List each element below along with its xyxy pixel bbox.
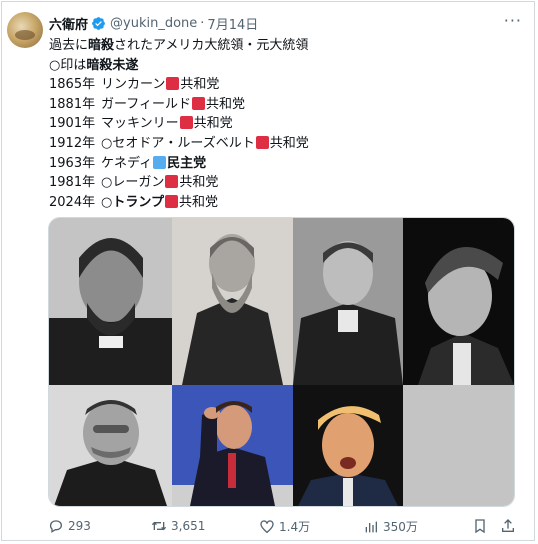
retweet-icon (151, 521, 167, 531)
portrait-photo-5[interactable] (49, 385, 172, 506)
reply-count: 293 (68, 519, 91, 533)
tweet-text: 過去に暗殺されたアメリカ大統領・元大統領 ○印は暗殺未遂 1865年 リンカーン共… (49, 36, 519, 212)
heart-icon (260, 519, 274, 533)
red-square-icon (164, 194, 178, 208)
retweet-count: 3,651 (171, 519, 206, 533)
bookmark-button[interactable] (472, 518, 492, 534)
tweet-header: 六衛府 @yukin_done · 7月14日 (49, 13, 258, 33)
president-row: 1865年 リンカーン 共和党 (49, 77, 220, 93)
red-square-icon (255, 135, 269, 149)
red-square-icon (166, 77, 180, 91)
empty-photo-cell (403, 385, 514, 506)
tweet-line-2: ○印は暗殺未遂 (49, 57, 139, 73)
blue-square-icon (153, 155, 167, 169)
president-row: 1881年 ガーフィールド 共和党 (49, 96, 245, 112)
president-row: 1912年 ○セオドア・ルーズベルト 共和党 (49, 135, 309, 151)
views-button[interactable]: 350万 (363, 518, 418, 535)
like-count: 1.4万 (279, 520, 311, 534)
avatar[interactable] (7, 12, 43, 48)
red-square-icon (191, 96, 205, 110)
share-button[interactable] (500, 518, 520, 534)
portrait-photo-7[interactable] (293, 385, 403, 506)
share-icon (502, 519, 514, 532)
portrait-photo-4[interactable] (403, 218, 514, 385)
red-square-icon (165, 175, 179, 189)
reply-icon (49, 520, 62, 533)
separator-dot: · (200, 15, 205, 31)
bookmark-icon (475, 519, 485, 534)
president-row: 2024年 ○トランプ 共和党 (49, 194, 218, 210)
view-count: 350万 (383, 520, 418, 534)
reply-button[interactable]: 293 (48, 518, 91, 534)
tweet-actions: 293 3,651 1.4万 350万 (48, 518, 516, 536)
verified-badge-icon (91, 16, 106, 31)
portrait-photo-2[interactable] (172, 218, 293, 385)
president-row: 1981年 ○レーガン 共和党 (49, 175, 219, 191)
portrait-photo-6[interactable] (172, 385, 293, 506)
president-row: 1901年 マッキンリー 共和党 (49, 116, 233, 132)
president-row: 1963年 ケネディ 民主党 (49, 155, 207, 171)
tweet-card[interactable]: 六衛府 @yukin_done · 7月14日 ··· 過去に暗殺されたアメリカ… (1, 1, 535, 541)
portrait-photo-1[interactable] (49, 218, 172, 385)
tweet-line-1: 過去に暗殺されたアメリカ大統領・元大統領 (49, 38, 309, 53)
user-handle[interactable]: @yukin_done (110, 16, 197, 31)
display-name[interactable]: 六衛府 (49, 14, 88, 33)
bar-chart-icon (365, 521, 377, 532)
photo-collage[interactable] (48, 217, 515, 507)
like-button[interactable]: 1.4万 (259, 518, 310, 535)
retweet-button[interactable]: 3,651 (151, 518, 205, 534)
more-options-icon[interactable]: ··· (504, 13, 522, 29)
tweet-date[interactable]: 7月14日 (207, 14, 258, 33)
red-square-icon (179, 116, 193, 130)
portrait-photo-3[interactable] (293, 218, 403, 385)
